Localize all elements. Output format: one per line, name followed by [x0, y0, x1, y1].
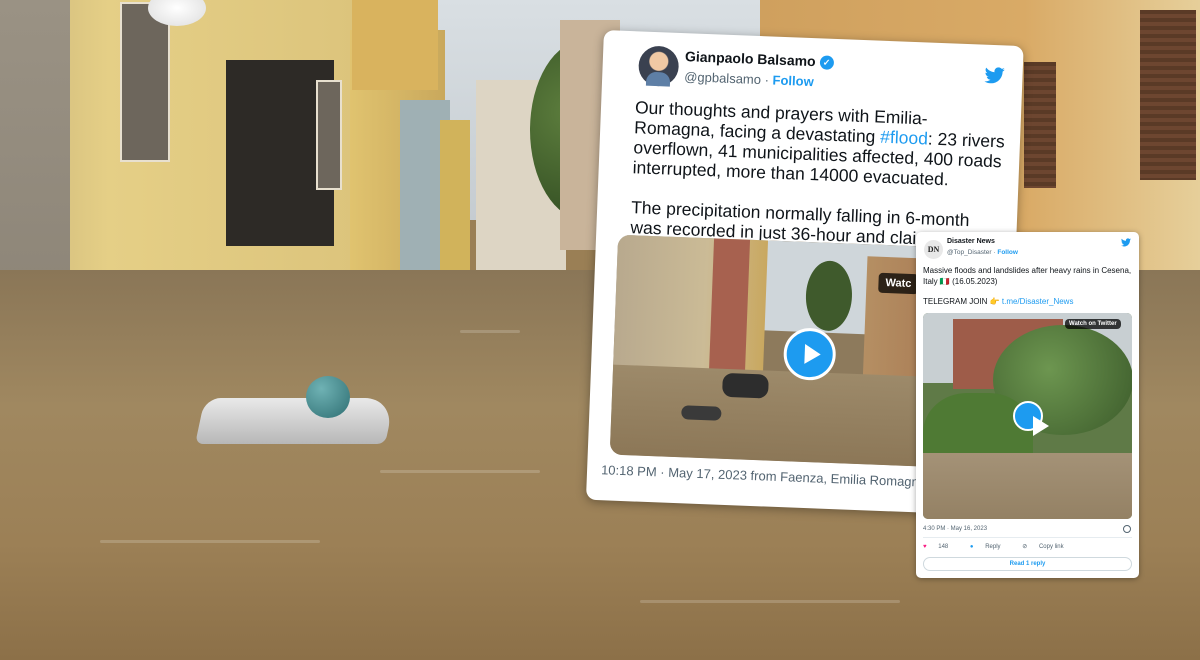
- author-name-text[interactable]: Gianpaolo Balsamo: [685, 48, 816, 69]
- like-action[interactable]: ♥ 148: [923, 544, 958, 550]
- twitter-bird-icon[interactable]: [984, 67, 1005, 85]
- heart-icon: ♥: [923, 544, 927, 550]
- watch-on-twitter-badge[interactable]: Watch on Twitter: [1065, 319, 1121, 329]
- play-button-icon[interactable]: [1013, 401, 1049, 436]
- embedded-tweet-text: Massive floods and landslides after heav…: [923, 265, 1135, 307]
- video-red-building: [708, 238, 751, 380]
- divider: [923, 537, 1132, 538]
- author-name[interactable]: Gianpaolo Balsamo ✓: [685, 48, 834, 70]
- watch-on-twitter-badge[interactable]: Watc: [878, 272, 919, 295]
- like-count: 148: [938, 544, 949, 550]
- separator-dot: ·: [993, 249, 996, 256]
- reply-action[interactable]: ● Reply: [970, 544, 1011, 550]
- twitter-bird-icon[interactable]: [1121, 238, 1131, 247]
- window: [316, 80, 342, 190]
- tweet-card-embedded: DN Disaster News @Top_Disaster · Follow …: [916, 232, 1139, 578]
- video-water: [923, 453, 1132, 519]
- separator-dot: ·: [764, 72, 770, 88]
- telegram-line: TELEGRAM JOIN 👉 t.me/Disaster_News: [923, 296, 1135, 307]
- link-icon: ⊘: [1022, 544, 1028, 550]
- author-name[interactable]: Disaster News: [947, 238, 995, 245]
- water-ripple: [380, 470, 540, 473]
- water-ripple: [640, 600, 900, 603]
- verified-badge-icon: ✓: [819, 55, 834, 70]
- author-handle[interactable]: @gpbalsamo: [684, 69, 761, 87]
- reply-icon: ●: [969, 544, 974, 550]
- tweet-actions: ♥ 148 ● Reply ⊘ Copy link: [923, 543, 1084, 550]
- embedded-timestamp[interactable]: 4:30 PM · May 16, 2023: [923, 526, 987, 532]
- disaster-news-logo[interactable]: DN: [924, 240, 943, 259]
- handle-line: @gpbalsamo · Follow: [684, 69, 814, 89]
- handle-line: @Top_Disaster · Follow: [947, 249, 1018, 256]
- read-replies-button[interactable]: Read 1 reply: [923, 557, 1132, 571]
- follow-link[interactable]: Follow: [772, 73, 814, 90]
- telegram-label: TELEGRAM JOIN 👉: [923, 297, 1000, 306]
- submerged-car-roof: [195, 398, 395, 444]
- embedded-video-thumbnail[interactable]: Watch on Twitter: [923, 313, 1132, 519]
- author-handle[interactable]: @Top_Disaster: [947, 249, 992, 256]
- copy-link-action[interactable]: ⊘ Copy link: [1022, 544, 1073, 550]
- water-ripple: [100, 540, 320, 543]
- video-submerged-car: [722, 372, 769, 399]
- reply-label: Reply: [985, 544, 1001, 550]
- floating-ball: [306, 376, 350, 418]
- tweet-paragraph-1: Our thoughts and prayers with Emilia-Rom…: [632, 97, 1007, 191]
- window-shutter: [1140, 10, 1196, 180]
- copy-link-label: Copy link: [1038, 544, 1064, 550]
- window: [120, 2, 170, 162]
- follow-link[interactable]: Follow: [997, 249, 1018, 256]
- telegram-link[interactable]: t.me/Disaster_News: [1002, 297, 1074, 306]
- window-shutter: [1024, 62, 1056, 188]
- hashtag-link[interactable]: #flood: [880, 127, 928, 149]
- video-submerged-car: [681, 405, 722, 421]
- info-icon[interactable]: [1123, 525, 1131, 533]
- avatar[interactable]: [637, 45, 680, 87]
- far-yellow-building: [440, 120, 470, 290]
- tweet-timestamp[interactable]: 10:18 PM · May 17, 2023 from Faenza, Emi…: [601, 462, 926, 489]
- embedded-text-line: Massive floods and landslides after heav…: [923, 266, 1132, 286]
- water-ripple: [460, 330, 520, 333]
- ochre-tower: [352, 0, 438, 90]
